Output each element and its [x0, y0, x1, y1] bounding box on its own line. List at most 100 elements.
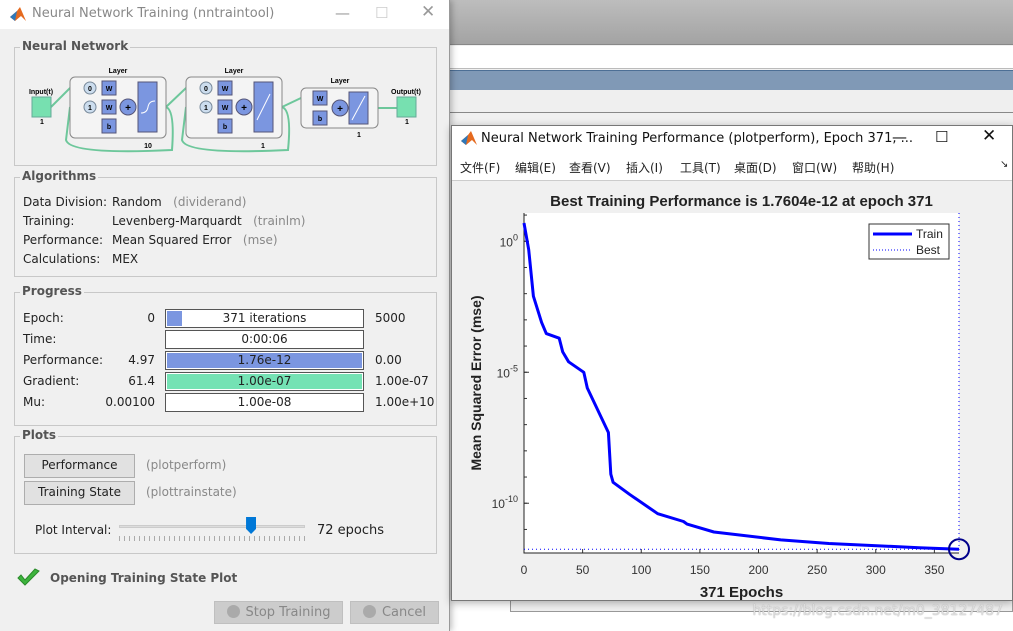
progress-bar: 371 iterations: [165, 309, 364, 328]
slider-thumb[interactable]: [246, 517, 257, 534]
svg-text:1: 1: [88, 105, 92, 112]
svg-text:Output(t): Output(t): [391, 89, 421, 96]
svg-text:10: 10: [144, 143, 152, 150]
svg-text:b: b: [318, 116, 322, 123]
layer-1: Layer 0 1 W W b + 10: [69, 68, 167, 150]
menu-item[interactable]: 文件(F): [460, 159, 500, 176]
stop-training-button[interactable]: Stop Training: [214, 601, 343, 624]
progress-bar-text: 371 iterations: [222, 311, 307, 325]
network-diagram: Input(t) 1 Output(t) 1 Layer 0 1 W W b +…: [29, 68, 421, 153]
svg-text:W: W: [106, 105, 113, 112]
checkmark-icon: [17, 568, 40, 586]
dock-arrow-icon[interactable]: ↘: [1000, 159, 1008, 170]
algorithm-fn: (trainlm): [253, 214, 306, 228]
y-tick-label: 100: [500, 232, 518, 249]
svg-text:+: +: [337, 104, 343, 115]
desktop-address-bar: [450, 46, 1013, 69]
svg-text:Input(t): Input(t): [29, 89, 53, 96]
progress-start: 0: [147, 311, 155, 325]
progress-label: Time:: [23, 332, 57, 346]
close-button[interactable]: ✕: [982, 126, 996, 146]
progress-end: 5000: [375, 311, 406, 325]
training-state-plot-button[interactable]: Training State: [24, 481, 135, 505]
svg-text:Layer: Layer: [225, 68, 244, 75]
svg-text:1: 1: [405, 119, 409, 126]
layer-3: Layer W b + 1: [300, 78, 379, 139]
x-tick-label: 50: [576, 563, 590, 577]
x-tick-label: 0: [521, 563, 528, 577]
menu-item[interactable]: 插入(I): [626, 159, 663, 176]
menu-item[interactable]: 桌面(D): [734, 159, 777, 176]
output-block: [396, 96, 417, 118]
maximize-button[interactable]: ☐: [935, 128, 948, 146]
input-block: [31, 96, 52, 118]
menu-item[interactable]: 帮助(H): [852, 159, 894, 176]
progress-end: 1.00e-07: [375, 374, 429, 388]
panel-title: Algorithms: [20, 169, 99, 183]
svg-text:b: b: [107, 124, 111, 131]
cancel-button[interactable]: Cancel: [350, 601, 439, 624]
status-message: Opening Training State Plot: [50, 571, 238, 585]
x-tick-label: 150: [690, 563, 710, 577]
svg-text:W: W: [222, 86, 229, 93]
svg-text:1: 1: [357, 132, 361, 139]
svg-text:0: 0: [204, 86, 208, 93]
y-tick-label: 10-10: [492, 494, 518, 511]
x-axis-label: 371 Epochs: [700, 584, 783, 600]
layer-2: Layer 0 1 W W b + 1: [185, 68, 283, 150]
algorithm-value: MEX: [112, 252, 150, 266]
cancel-label: Cancel: [381, 605, 427, 620]
menu-item[interactable]: 编辑(E): [515, 159, 556, 176]
x-tick-label: 250: [807, 563, 827, 577]
svg-text:0: 0: [88, 86, 92, 93]
algorithm-name: MEX: [112, 252, 139, 266]
desktop-toolstrip: [450, 0, 1013, 45]
minimize-button[interactable]: —: [892, 128, 907, 146]
y-tick-label: 10-5: [497, 363, 518, 380]
plot-area: [524, 213, 959, 553]
algorithm-name: Random: [112, 195, 162, 209]
progress-bar: 1.76e-12: [165, 351, 364, 370]
progress-end: 1.00e+10: [375, 395, 435, 409]
svg-text:b: b: [223, 124, 227, 131]
algorithm-value: Mean Squared Error (mse): [112, 233, 278, 247]
algorithm-name: Mean Squared Error: [112, 233, 232, 247]
x-tick-label: 350: [924, 563, 944, 577]
nntraintool-window: Neural Network Training (nntraintool) — …: [0, 0, 450, 631]
algorithm-value: Levenberg-Marquardt (trainlm): [112, 214, 305, 228]
matlab-logo-icon: [461, 131, 477, 145]
progress-start: 4.97: [128, 353, 155, 367]
menu-item[interactable]: 窗口(W): [792, 159, 837, 176]
algorithm-label: Performance:: [23, 233, 104, 247]
svg-text:1: 1: [40, 119, 44, 126]
menu-item[interactable]: 工具(T): [680, 159, 721, 176]
progress-bar: 1.00e-07: [165, 372, 364, 391]
legend-best-label: Best: [916, 243, 941, 257]
progress-bar: 1.00e-08: [165, 393, 364, 412]
svg-text:W: W: [317, 96, 324, 103]
menu-item[interactable]: 查看(V): [569, 159, 611, 176]
progress-end: 0.00: [375, 353, 402, 367]
plotperform-window: Neural Network Training Performance (plo…: [451, 125, 1013, 601]
desktop-panel: [450, 90, 1013, 113]
plot-interval-label: Plot Interval:: [35, 523, 112, 537]
desktop-header-bar: [450, 70, 1013, 90]
stop-training-label: Stop Training: [245, 605, 331, 620]
progress-bar-text: 1.00e-08: [237, 395, 292, 409]
algorithm-label: Calculations:: [23, 252, 101, 266]
plot-interval-slider[interactable]: [119, 517, 305, 543]
progress-bar-text: 0:00:06: [241, 332, 288, 346]
cancel-icon: [362, 605, 376, 618]
algorithm-fn: (mse): [242, 233, 278, 247]
x-tick-label: 200: [748, 563, 768, 577]
svg-text:Layer: Layer: [109, 68, 128, 75]
performance-plot-button[interactable]: Performance: [24, 454, 135, 478]
menu-bar: ↘ 文件(F) 编辑(E) 查看(V) 插入(I) 工具(T) 桌面(D) 窗口(W) 帮助(…: [452, 151, 1012, 181]
legend-train-label: Train: [916, 227, 943, 241]
plottrainstate-fn: (plottrainstate): [146, 485, 237, 499]
svg-text:+: +: [241, 103, 247, 114]
panel-title: Progress: [20, 284, 84, 298]
progress-bar-text: 1.00e-07: [237, 374, 292, 388]
svg-text:W: W: [106, 86, 113, 93]
svg-text:Layer: Layer: [331, 78, 350, 85]
